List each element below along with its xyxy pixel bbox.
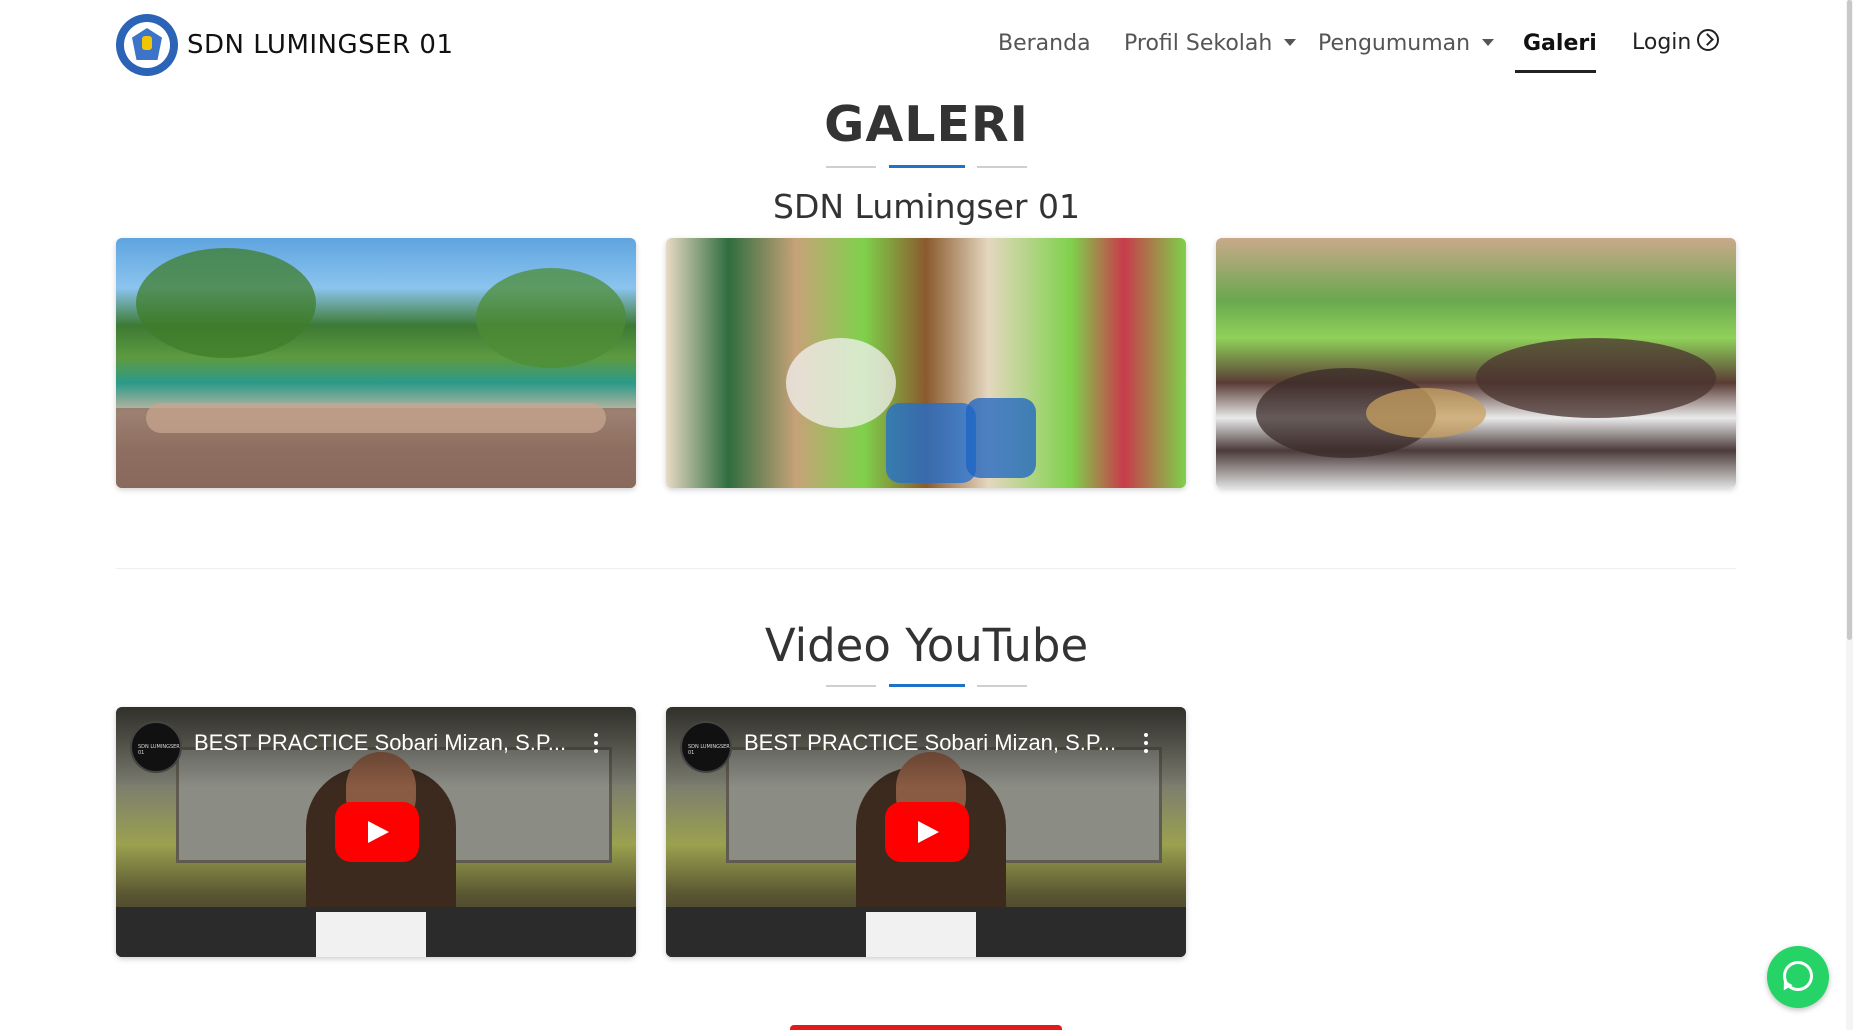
video-divider-left	[826, 685, 876, 687]
channel-avatar[interactable]: SDN LUMINGSER 01	[130, 721, 182, 773]
login-arrow-icon	[1697, 29, 1720, 51]
nav-login-label: Login	[1632, 30, 1692, 55]
more-options-icon[interactable]	[594, 733, 598, 753]
channel-badge-text: SDN LUMINGSER 01	[688, 744, 730, 756]
nav-login[interactable]: Login	[1632, 29, 1720, 55]
video-section-title: Video YouTube	[764, 619, 1089, 672]
play-button-icon[interactable]	[335, 802, 419, 862]
active-nav-indicator	[1515, 70, 1596, 73]
video-title[interactable]: BEST PRACTICE Sobari Mizan, S.P...	[194, 730, 574, 756]
gallery-photo-2[interactable]	[666, 238, 1186, 488]
gallery-photo-3[interactable]	[1216, 238, 1736, 488]
brand-link[interactable]: SDN LUMINGSER 01	[116, 14, 454, 76]
channel-badge-text: SDN LUMINGSER 01	[138, 744, 180, 756]
nav-beranda[interactable]: Beranda	[998, 31, 1091, 56]
gallery-subtitle: SDN Lumingser 01	[773, 187, 1080, 226]
section-divider	[116, 568, 1736, 569]
gallery-title: GALERI	[824, 96, 1029, 153]
whatsapp-button[interactable]	[1767, 946, 1829, 1008]
nav-profil-sekolah[interactable]: Profil Sekolah	[1124, 31, 1297, 56]
more-options-icon[interactable]	[1144, 733, 1148, 753]
title-divider-left	[826, 166, 876, 168]
play-button-icon[interactable]	[885, 802, 969, 862]
video-divider-center	[889, 684, 965, 687]
navbar: SDN LUMINGSER 01 Beranda Profil Sekolah …	[0, 0, 1846, 92]
youtube-video-2[interactable]: SDN LUMINGSER 01 BEST PRACTICE Sobari Mi…	[666, 707, 1186, 957]
video-title[interactable]: BEST PRACTICE Sobari Mizan, S.P...	[744, 730, 1124, 756]
chevron-down-icon	[1284, 39, 1297, 46]
school-logo-icon	[116, 14, 178, 76]
nav-profil-sekolah-label: Profil Sekolah	[1124, 31, 1273, 56]
nav-galeri[interactable]: Galeri	[1523, 31, 1597, 56]
chevron-down-icon	[1482, 39, 1495, 46]
brand-name: SDN LUMINGSER 01	[187, 30, 454, 60]
red-action-button[interactable]	[790, 1025, 1062, 1030]
nav-pengumuman-label: Pengumuman	[1318, 31, 1471, 56]
channel-avatar[interactable]: SDN LUMINGSER 01	[680, 721, 732, 773]
video-divider-right	[977, 685, 1027, 687]
nav-pengumuman[interactable]: Pengumuman	[1318, 31, 1495, 56]
page-scrollbar[interactable]	[1846, 0, 1853, 1030]
title-divider-center	[889, 165, 965, 168]
gallery-photo-1[interactable]	[116, 238, 636, 488]
youtube-video-1[interactable]: SDN LUMINGSER 01 BEST PRACTICE Sobari Mi…	[116, 707, 636, 957]
title-divider-right	[977, 166, 1027, 168]
